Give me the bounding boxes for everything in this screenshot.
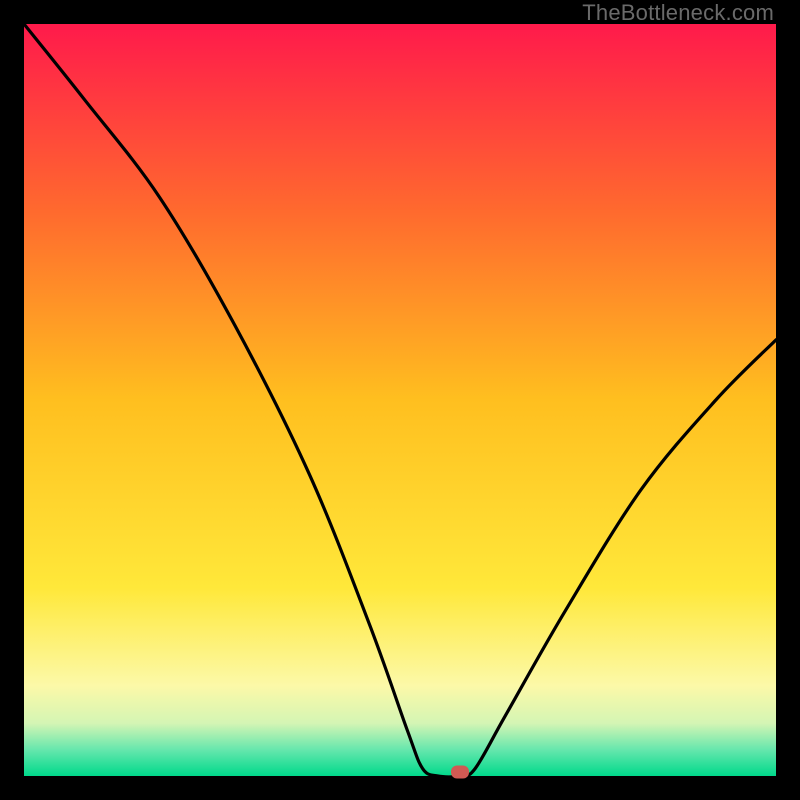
chart-frame xyxy=(24,24,776,776)
watermark-label: TheBottleneck.com xyxy=(582,0,774,26)
bottleneck-chart xyxy=(24,24,776,776)
gradient-background xyxy=(24,24,776,776)
optimum-marker-icon xyxy=(451,766,469,779)
